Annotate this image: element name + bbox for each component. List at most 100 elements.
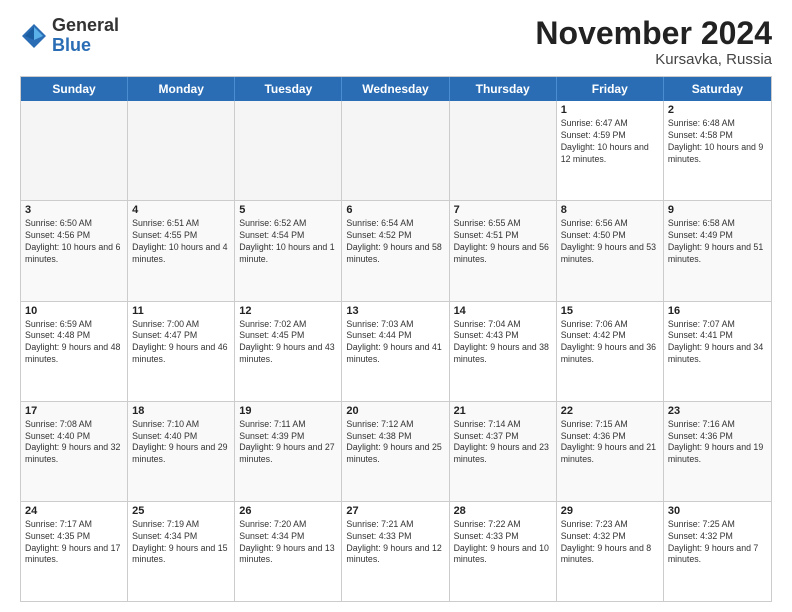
day-number: 27 — [346, 505, 444, 517]
day-cell-30: 30 Sunrise: 7:25 AM Sunset: 4:32 PM Dayli… — [664, 502, 771, 601]
day-number: 15 — [561, 305, 659, 317]
day-cell-3: 3 Sunrise: 6:50 AM Sunset: 4:56 PM Daylig… — [21, 201, 128, 300]
day-cell-10: 10 Sunrise: 6:59 AM Sunset: 4:48 PM Dayli… — [21, 302, 128, 401]
day-cell-27: 27 Sunrise: 7:21 AM Sunset: 4:33 PM Dayli… — [342, 502, 449, 601]
logo: General Blue — [20, 16, 119, 56]
day-cell-26: 26 Sunrise: 7:20 AM Sunset: 4:34 PM Dayli… — [235, 502, 342, 601]
day-info: Sunrise: 7:11 AM Sunset: 4:39 PM Dayligh… — [239, 419, 337, 467]
day-info: Sunrise: 6:59 AM Sunset: 4:48 PM Dayligh… — [25, 319, 123, 367]
day-number: 10 — [25, 305, 123, 317]
day-info: Sunrise: 6:48 AM Sunset: 4:58 PM Dayligh… — [668, 118, 767, 166]
title-block: November 2024 Kursavka, Russia — [535, 16, 772, 68]
day-number: 24 — [25, 505, 123, 517]
day-number: 12 — [239, 305, 337, 317]
day-cell-empty — [450, 101, 557, 200]
day-cell-15: 15 Sunrise: 7:06 AM Sunset: 4:42 PM Dayli… — [557, 302, 664, 401]
day-number: 9 — [668, 204, 767, 216]
day-info: Sunrise: 7:20 AM Sunset: 4:34 PM Dayligh… — [239, 519, 337, 567]
day-cell-empty — [21, 101, 128, 200]
header: General Blue November 2024 Kursavka, Rus… — [20, 16, 772, 68]
day-info: Sunrise: 6:51 AM Sunset: 4:55 PM Dayligh… — [132, 218, 230, 266]
day-info: Sunrise: 7:10 AM Sunset: 4:40 PM Dayligh… — [132, 419, 230, 467]
day-number: 29 — [561, 505, 659, 517]
day-info: Sunrise: 7:19 AM Sunset: 4:34 PM Dayligh… — [132, 519, 230, 567]
day-info: Sunrise: 7:00 AM Sunset: 4:47 PM Dayligh… — [132, 319, 230, 367]
day-cell-19: 19 Sunrise: 7:11 AM Sunset: 4:39 PM Dayli… — [235, 402, 342, 501]
calendar-week-4: 17 Sunrise: 7:08 AM Sunset: 4:40 PM Dayli… — [21, 402, 771, 502]
day-cell-2: 2 Sunrise: 6:48 AM Sunset: 4:58 PM Daylig… — [664, 101, 771, 200]
day-number: 3 — [25, 204, 123, 216]
day-number: 6 — [346, 204, 444, 216]
page: General Blue November 2024 Kursavka, Rus… — [0, 0, 792, 612]
day-number: 19 — [239, 405, 337, 417]
day-cell-25: 25 Sunrise: 7:19 AM Sunset: 4:34 PM Dayli… — [128, 502, 235, 601]
calendar-week-1: 1Sunrise: 6:47 AM Sunset: 4:59 PM Daylig… — [21, 101, 771, 201]
day-cell-23: 23 Sunrise: 7:16 AM Sunset: 4:36 PM Dayli… — [664, 402, 771, 501]
day-number: 8 — [561, 204, 659, 216]
day-info: Sunrise: 7:25 AM Sunset: 4:32 PM Dayligh… — [668, 519, 767, 567]
day-info: Sunrise: 6:55 AM Sunset: 4:51 PM Dayligh… — [454, 218, 552, 266]
day-cell-14: 14 Sunrise: 7:04 AM Sunset: 4:43 PM Dayli… — [450, 302, 557, 401]
calendar-week-2: 3 Sunrise: 6:50 AM Sunset: 4:56 PM Daylig… — [21, 201, 771, 301]
day-info: Sunrise: 7:23 AM Sunset: 4:32 PM Dayligh… — [561, 519, 659, 567]
logo-blue-text: Blue — [52, 36, 119, 56]
day-cell-9: 9 Sunrise: 6:58 AM Sunset: 4:49 PM Daylig… — [664, 201, 771, 300]
day-cell-11: 11 Sunrise: 7:00 AM Sunset: 4:47 PM Dayli… — [128, 302, 235, 401]
day-cell-29: 29 Sunrise: 7:23 AM Sunset: 4:32 PM Dayli… — [557, 502, 664, 601]
weekday-header-sunday: Sunday — [21, 77, 128, 101]
day-info: Sunrise: 6:58 AM Sunset: 4:49 PM Dayligh… — [668, 218, 767, 266]
month-title: November 2024 — [535, 16, 772, 51]
day-info: Sunrise: 6:50 AM Sunset: 4:56 PM Dayligh… — [25, 218, 123, 266]
day-number: 5 — [239, 204, 337, 216]
weekday-header-friday: Friday — [557, 77, 664, 101]
calendar-week-5: 24Sunrise: 7:17 AM Sunset: 4:35 PM Dayli… — [21, 502, 771, 601]
day-info: Sunrise: 6:56 AM Sunset: 4:50 PM Dayligh… — [561, 218, 659, 266]
day-info: Sunrise: 7:12 AM Sunset: 4:38 PM Dayligh… — [346, 419, 444, 467]
day-cell-24: 24Sunrise: 7:17 AM Sunset: 4:35 PM Dayli… — [21, 502, 128, 601]
day-info: Sunrise: 7:06 AM Sunset: 4:42 PM Dayligh… — [561, 319, 659, 367]
day-info: Sunrise: 6:47 AM Sunset: 4:59 PM Dayligh… — [561, 118, 659, 166]
day-number: 13 — [346, 305, 444, 317]
day-info: Sunrise: 7:21 AM Sunset: 4:33 PM Dayligh… — [346, 519, 444, 567]
day-cell-empty — [342, 101, 449, 200]
day-cell-empty — [128, 101, 235, 200]
day-number: 26 — [239, 505, 337, 517]
day-cell-28: 28Sunrise: 7:22 AM Sunset: 4:33 PM Dayli… — [450, 502, 557, 601]
day-info: Sunrise: 7:07 AM Sunset: 4:41 PM Dayligh… — [668, 319, 767, 367]
day-cell-13: 13Sunrise: 7:03 AM Sunset: 4:44 PM Dayli… — [342, 302, 449, 401]
calendar-header: SundayMondayTuesdayWednesdayThursdayFrid… — [21, 77, 771, 101]
day-number: 30 — [668, 505, 767, 517]
day-cell-1: 1Sunrise: 6:47 AM Sunset: 4:59 PM Daylig… — [557, 101, 664, 200]
day-number: 4 — [132, 204, 230, 216]
day-cell-16: 16 Sunrise: 7:07 AM Sunset: 4:41 PM Dayli… — [664, 302, 771, 401]
calendar-body: 1Sunrise: 6:47 AM Sunset: 4:59 PM Daylig… — [21, 101, 771, 601]
day-info: Sunrise: 7:04 AM Sunset: 4:43 PM Dayligh… — [454, 319, 552, 367]
day-cell-17: 17 Sunrise: 7:08 AM Sunset: 4:40 PM Dayli… — [21, 402, 128, 501]
weekday-header-tuesday: Tuesday — [235, 77, 342, 101]
logo-text: General Blue — [52, 16, 119, 56]
day-info: Sunrise: 7:14 AM Sunset: 4:37 PM Dayligh… — [454, 419, 552, 467]
weekday-header-wednesday: Wednesday — [342, 77, 449, 101]
day-number: 11 — [132, 305, 230, 317]
day-number: 17 — [25, 405, 123, 417]
logo-general-text: General — [52, 16, 119, 36]
day-number: 2 — [668, 104, 767, 116]
day-number: 23 — [668, 405, 767, 417]
day-number: 14 — [454, 305, 552, 317]
day-cell-12: 12 Sunrise: 7:02 AM Sunset: 4:45 PM Dayli… — [235, 302, 342, 401]
day-cell-5: 5Sunrise: 6:52 AM Sunset: 4:54 PM Daylig… — [235, 201, 342, 300]
day-number: 22 — [561, 405, 659, 417]
day-info: Sunrise: 7:02 AM Sunset: 4:45 PM Dayligh… — [239, 319, 337, 367]
day-info: Sunrise: 6:54 AM Sunset: 4:52 PM Dayligh… — [346, 218, 444, 266]
day-cell-21: 21Sunrise: 7:14 AM Sunset: 4:37 PM Dayli… — [450, 402, 557, 501]
day-cell-22: 22Sunrise: 7:15 AM Sunset: 4:36 PM Dayli… — [557, 402, 664, 501]
day-info: Sunrise: 7:22 AM Sunset: 4:33 PM Dayligh… — [454, 519, 552, 567]
day-number: 25 — [132, 505, 230, 517]
day-cell-4: 4 Sunrise: 6:51 AM Sunset: 4:55 PM Daylig… — [128, 201, 235, 300]
day-info: Sunrise: 7:08 AM Sunset: 4:40 PM Dayligh… — [25, 419, 123, 467]
day-number: 18 — [132, 405, 230, 417]
day-number: 20 — [346, 405, 444, 417]
calendar-week-3: 10 Sunrise: 6:59 AM Sunset: 4:48 PM Dayli… — [21, 302, 771, 402]
day-number: 16 — [668, 305, 767, 317]
day-info: Sunrise: 7:16 AM Sunset: 4:36 PM Dayligh… — [668, 419, 767, 467]
